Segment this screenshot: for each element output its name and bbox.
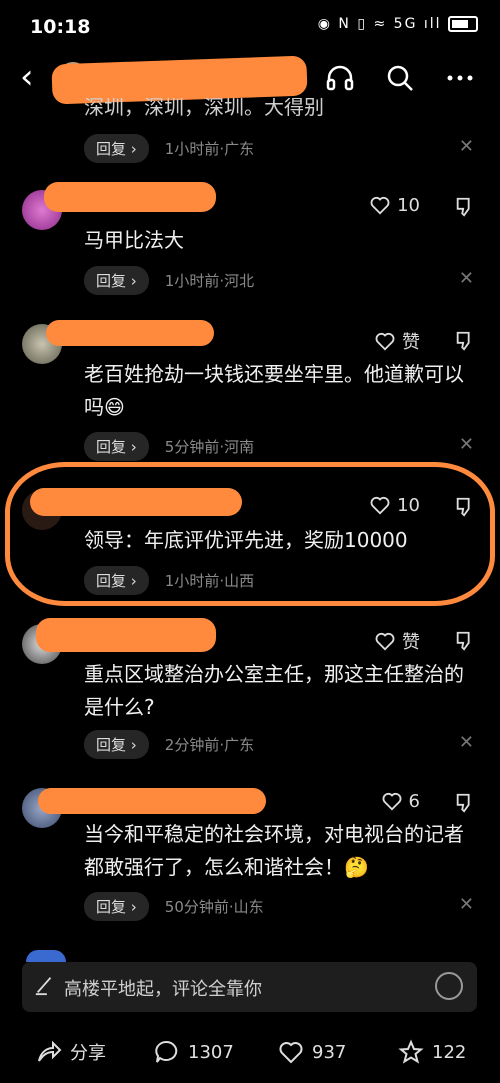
comment-region: 山东 <box>233 898 264 916</box>
avatar[interactable] <box>26 950 66 962</box>
redaction-mark <box>30 488 242 516</box>
heart-icon <box>382 792 401 811</box>
status-time: 10:18 <box>30 16 91 38</box>
star-icon <box>398 1039 424 1064</box>
emoji-icon[interactable] <box>435 972 463 1000</box>
status-bar: 10:18 ◉ N ▯ ≈ 5G ıll <box>0 0 500 50</box>
redaction-mark <box>38 788 266 814</box>
comment-text: 老百姓抢劫一块钱还要坐牢里。他道歉可以吗😄 <box>84 362 464 419</box>
dislike-icon[interactable] <box>454 792 476 814</box>
battery-icon <box>448 16 478 32</box>
close-icon[interactable]: ✕ <box>459 732 474 753</box>
like-button[interactable]: 6 <box>381 790 420 812</box>
close-icon[interactable]: ✕ <box>459 894 474 915</box>
reply-button[interactable]: 回复 › <box>84 432 149 461</box>
heart-icon <box>375 632 395 651</box>
close-icon[interactable]: ✕ <box>459 268 474 289</box>
dislike-icon[interactable] <box>454 496 476 518</box>
reply-button[interactable]: 回复 › <box>84 730 149 759</box>
redaction-mark <box>36 618 216 652</box>
dislike-icon[interactable] <box>454 330 476 352</box>
comment-region: 河南 <box>224 438 255 456</box>
comment-text: 当今和平稳定的社会环境，对电视台的记者都敢强行了，怎么和谐社会！🤔 <box>84 822 464 879</box>
comments-count: 1307 <box>188 1041 234 1063</box>
reply-button[interactable]: 回复 › <box>84 892 149 921</box>
comment-meta: 回复 › 1小时前 · 山西 <box>84 566 254 595</box>
comment-meta: 回复 › 1小时前 · 河北 <box>84 266 254 295</box>
like-button[interactable]: 10 <box>369 194 420 216</box>
comment-input-placeholder: 高楼平地起，评论全靠你 <box>64 979 262 1000</box>
share-button[interactable]: 分享 <box>36 1039 106 1065</box>
pen-icon <box>35 977 52 996</box>
comment-text: 重点区域整治办公室主任，那这主任整治的是什么? <box>84 662 464 719</box>
dislike-icon[interactable] <box>454 630 476 652</box>
comment-time: 1小时前 <box>164 140 220 158</box>
redaction-mark <box>44 182 216 212</box>
comment-time: 5分钟前 <box>164 438 220 456</box>
comment-region: 河北 <box>224 272 255 290</box>
status-indicators: ◉ N ▯ ≈ 5G ıll <box>317 16 442 32</box>
comment-region: 广东 <box>224 736 255 754</box>
like-button[interactable]: 赞 <box>374 328 420 354</box>
search-icon[interactable] <box>384 62 416 94</box>
comment-text-partial: 深圳，深圳，深圳。大得别 <box>84 98 324 119</box>
comment-region: 广东 <box>224 140 255 158</box>
reply-button[interactable]: 回复 › <box>84 566 149 595</box>
likes-count: 937 <box>312 1041 347 1063</box>
back-button[interactable]: ‹ <box>20 60 34 94</box>
bottom-action-bar: 分享 1307 937 122 <box>0 1030 500 1074</box>
comment-time: 1小时前 <box>164 272 220 290</box>
like-count: 10 <box>397 494 420 516</box>
favorites-count: 122 <box>432 1041 467 1063</box>
heart-icon <box>370 196 390 215</box>
like-count: 赞 <box>402 632 420 653</box>
comments-button[interactable]: 1307 <box>154 1039 234 1065</box>
redaction-mark <box>46 320 214 346</box>
like-button[interactable]: 10 <box>369 494 420 516</box>
reply-button[interactable]: 回复 › <box>84 266 149 295</box>
comment-meta: 回复 › 1小时前 · 广东 <box>84 134 254 163</box>
comment-time: 1小时前 <box>164 572 220 590</box>
comment-text: 马甲比法大 <box>84 228 184 252</box>
heart-icon <box>375 332 395 351</box>
heart-icon <box>370 496 390 515</box>
share-icon <box>38 1040 62 1062</box>
close-icon[interactable]: ✕ <box>459 136 474 157</box>
reply-button[interactable]: 回复 › <box>84 134 149 163</box>
like-count: 6 <box>408 790 420 812</box>
comment-region: 山西 <box>224 572 255 590</box>
status-icons: ◉ N ▯ ≈ 5G ıll <box>318 16 478 32</box>
share-label: 分享 <box>70 1043 106 1064</box>
like-article-button[interactable]: 937 <box>278 1039 346 1065</box>
comment-meta: 回复 › 2分钟前 · 广东 <box>84 730 254 759</box>
like-button[interactable]: 赞 <box>374 628 420 654</box>
favorite-button[interactable]: 122 <box>398 1039 466 1065</box>
close-icon[interactable]: ✕ <box>459 434 474 455</box>
headphones-icon[interactable] <box>324 62 356 94</box>
comment-meta: 回复 › 5分钟前 · 河南 <box>84 432 254 461</box>
comment-icon <box>155 1040 178 1063</box>
more-icon[interactable] <box>444 62 476 94</box>
comment-time: 2分钟前 <box>164 736 220 754</box>
comment-time: 50分钟前 <box>164 898 229 916</box>
heart-icon <box>279 1042 303 1064</box>
comment-text: 领导：年底评优评先进，奖励10000 <box>84 528 408 552</box>
like-count: 赞 <box>402 332 420 353</box>
comment-meta: 回复 › 50分钟前 · 山东 <box>84 892 264 921</box>
dislike-icon[interactable] <box>454 196 476 218</box>
like-count: 10 <box>397 194 420 216</box>
comment-input[interactable]: 高楼平地起，评论全靠你 <box>22 962 477 1012</box>
